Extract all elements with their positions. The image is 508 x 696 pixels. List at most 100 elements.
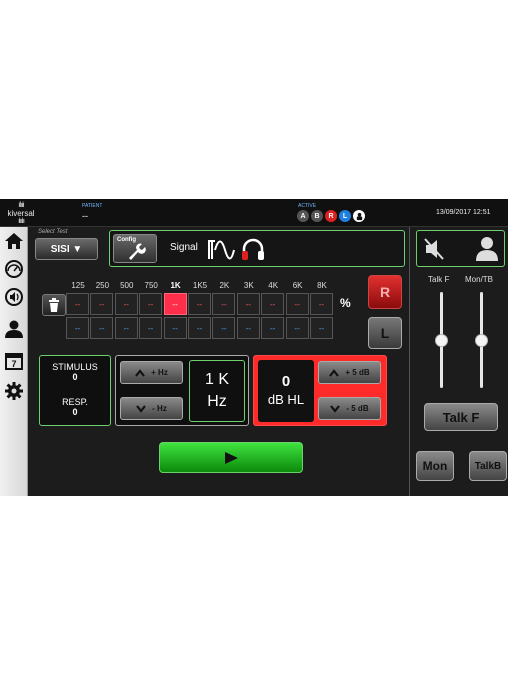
increase-frequency-label: + Hz	[151, 368, 168, 377]
mon-button[interactable]: Mon	[416, 451, 454, 481]
right-ear-cell[interactable]: --	[310, 293, 333, 315]
active-indicator-l: L	[339, 210, 351, 222]
calendar-icon[interactable]: 7	[3, 349, 25, 373]
active-indicators: A B R L	[297, 210, 365, 222]
patient-label: PATIENT	[82, 203, 103, 209]
trash-icon	[49, 298, 59, 312]
decrease-frequency-button[interactable]: - Hz	[120, 397, 183, 420]
resp-value: 0	[72, 407, 78, 417]
frequency-header[interactable]: 2K	[212, 281, 236, 290]
headphones-icon[interactable]	[240, 237, 266, 263]
left-ear-cell[interactable]: --	[188, 317, 211, 339]
monitor-panel	[416, 230, 505, 267]
logo-text: kiversal	[7, 209, 35, 218]
right-ear-cell[interactable]: --	[139, 293, 163, 315]
increase-level-button[interactable]: + 5 dB	[318, 361, 381, 384]
increase-level-label: + 5 dB	[345, 368, 370, 377]
frequency-panel: + Hz - Hz 1 K Hz	[115, 355, 249, 426]
left-ear-cell[interactable]: --	[163, 317, 187, 339]
speaker-muted-icon[interactable]	[423, 237, 445, 261]
play-icon	[225, 451, 238, 464]
audiometer-app: ıllıılı kiversal ılıılıı PATIENT -- ACTI…	[0, 199, 508, 496]
right-ear-cell[interactable]: --	[261, 293, 285, 315]
decrease-level-label: - 5 dB	[346, 404, 369, 413]
calendar-day-label: 7	[11, 359, 16, 369]
left-ear-cell[interactable]: --	[236, 317, 260, 339]
frequency-header[interactable]: 3K	[237, 281, 261, 290]
frequency-value: 1 K	[204, 371, 229, 388]
select-test-label: Select Test	[38, 229, 68, 235]
left-ear-cell[interactable]: --	[139, 317, 163, 339]
active-indicator-b: B	[311, 210, 323, 222]
patient-icon[interactable]	[3, 317, 25, 341]
left-ear-button[interactable]: L	[368, 317, 402, 349]
left-ear-cell[interactable]: --	[261, 317, 285, 339]
sidebar: 7	[0, 227, 28, 496]
frequency-header[interactable]: 250	[90, 281, 114, 290]
right-ear-cell[interactable]: --	[188, 293, 211, 315]
gauge-icon[interactable]	[3, 257, 25, 281]
patient-value[interactable]: --	[82, 211, 88, 221]
left-ear-cell[interactable]: --	[114, 317, 138, 339]
chevron-up-icon	[135, 368, 146, 377]
right-ear-cell[interactable]: --	[163, 293, 187, 315]
left-ear-cell[interactable]: --	[310, 317, 333, 339]
increase-frequency-button[interactable]: + Hz	[120, 361, 183, 384]
right-ear-cell[interactable]: --	[114, 293, 138, 315]
frequency-unit: Hz	[207, 393, 227, 410]
frequency-display: 1 K Hz	[189, 360, 245, 422]
right-ear-cell[interactable]: --	[236, 293, 260, 315]
clear-button[interactable]	[42, 294, 66, 316]
signal-label: Signal	[170, 242, 198, 253]
frequency-header[interactable]: 8K	[310, 281, 334, 290]
frequency-header[interactable]: 1K5	[188, 281, 212, 290]
level-unit: dB HL	[267, 392, 305, 407]
level-display: 0 dB HL	[258, 360, 314, 422]
frequency-header[interactable]: 6K	[286, 281, 310, 290]
active-indicator-a: A	[297, 210, 309, 222]
talkb-button[interactable]: TalkB	[469, 451, 507, 481]
left-ear-cell[interactable]: --	[66, 317, 89, 339]
frequency-header[interactable]: 4K	[261, 281, 285, 290]
mon-tb-label: Mon/TB	[465, 275, 494, 284]
stimulus-label: STIMULUS	[52, 362, 98, 372]
left-ear-cell[interactable]: --	[285, 317, 309, 339]
frequency-header[interactable]: 125	[66, 281, 90, 290]
gear-icon[interactable]	[3, 379, 25, 403]
test-select-dropdown[interactable]: SISI ▼	[35, 238, 98, 260]
wrench-icon	[129, 243, 146, 260]
home-icon[interactable]	[3, 229, 25, 253]
mon-tb-slider-knob[interactable]	[475, 333, 488, 347]
right-ear-button[interactable]: R	[368, 275, 402, 309]
pulsed-tone-icon[interactable]	[207, 237, 235, 261]
decrease-frequency-label: - Hz	[152, 404, 167, 413]
stimulus-panel: STIMULUS 0 RESP. 0	[39, 355, 111, 426]
frequency-header[interactable]: 750	[139, 281, 163, 290]
right-ear-cell[interactable]: --	[212, 293, 236, 315]
frequency-header[interactable]: 1K	[164, 281, 188, 290]
right-ear-cell[interactable]: --	[285, 293, 309, 315]
panel-divider	[409, 227, 410, 496]
config-panel: Config Signal	[109, 230, 405, 267]
level-value: 0	[281, 373, 291, 390]
kiversal-logo: ıllıılı kiversal ılıılıı	[4, 202, 38, 225]
audio-icon[interactable]	[3, 285, 25, 309]
active-label: ACTIVE	[298, 203, 317, 209]
config-button[interactable]: Config	[113, 234, 157, 263]
logo-wave-icon-bottom: ılıılıı	[18, 218, 25, 225]
play-button[interactable]	[159, 442, 303, 473]
response-hand-icon	[353, 210, 365, 222]
patient-monitor-icon[interactable]	[475, 236, 499, 262]
left-ear-cell[interactable]: --	[90, 317, 114, 339]
decrease-level-button[interactable]: - 5 dB	[318, 397, 381, 420]
right-ear-cell[interactable]: --	[90, 293, 114, 315]
left-ear-cell[interactable]: --	[212, 317, 236, 339]
talk-f-slider-knob[interactable]	[435, 333, 448, 347]
frequency-header[interactable]: 500	[115, 281, 139, 290]
talk-f-button[interactable]: Talk F	[424, 403, 498, 431]
percent-unit-label: %	[340, 296, 351, 310]
stimulus-value: 0	[72, 372, 78, 382]
chevron-up-icon	[329, 368, 340, 377]
right-ear-cell[interactable]: --	[66, 293, 89, 315]
chevron-down-icon	[136, 404, 147, 413]
